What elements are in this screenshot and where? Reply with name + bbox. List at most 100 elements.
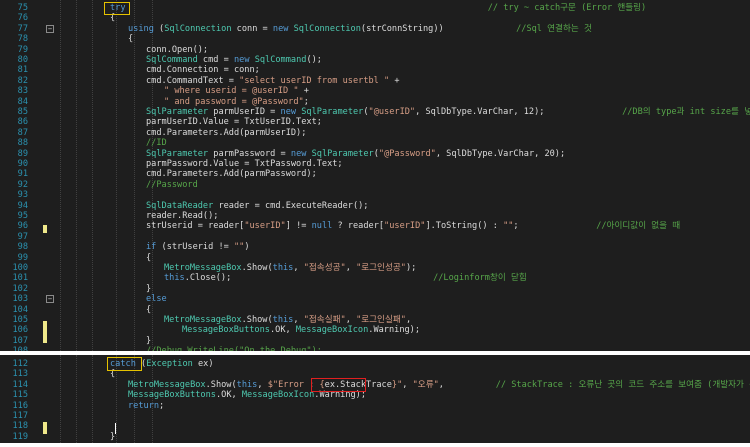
code-line[interactable]: 102} (0, 284, 750, 294)
code-text[interactable]: { (128, 34, 133, 44)
code-line[interactable]: 91 cmd.Parameters.Add(parmPassword); (0, 169, 750, 179)
code-text[interactable]: } (146, 336, 151, 346)
code-line[interactable]: 82 cmd.CommandText = "select userID from … (0, 76, 750, 86)
code-line[interactable]: 90 parmPassword.Value = TxtPassword.Text; (0, 159, 750, 169)
code-line[interactable]: 103 − else (0, 294, 750, 304)
code-token: MetroMessageBox (164, 263, 242, 273)
code-token: //아이디값이 없을 때 (596, 221, 681, 232)
code-text[interactable]: } (146, 284, 151, 294)
code-line[interactable]: 100 MetroMessageBox.Show(this, "접속성공", "로… (0, 263, 750, 273)
code-text[interactable]: { (146, 253, 151, 263)
line-number: 93 (17, 190, 28, 201)
code-token: SqlParameter (301, 107, 364, 117)
code-text[interactable]: MetroMessageBox.Show(this, "접속실패", "로그인실… (164, 315, 411, 325)
code-line[interactable]: 77− using (SqlConnection conn = new SqlCo… (0, 24, 750, 34)
code-text[interactable]: { (146, 305, 151, 315)
code-line[interactable]: 78 { (0, 34, 750, 44)
code-token: { (146, 252, 152, 263)
code-line[interactable]: 94 SqlDataReader reader = cmd.ExecuteRead… (0, 201, 750, 211)
code-text[interactable]: cmd.CommandText = "select userID from us… (146, 76, 400, 86)
line-number: 102 (12, 283, 28, 294)
code-line[interactable]: 107} (0, 336, 750, 346)
code-line[interactable]: 89 SqlParameter parmPassword = new SqlPar… (0, 149, 750, 159)
code-text[interactable]: " and password = @Password"; (164, 97, 309, 107)
code-line[interactable]: 101 this.Close(); //Loginform창이 닫힘 (0, 273, 750, 283)
code-text[interactable]: " where userid = @userID " + (164, 86, 309, 96)
code-token: (strUserid != (156, 242, 234, 253)
code-line[interactable]: 88 //ID (0, 138, 750, 148)
line-number: 92 (17, 179, 28, 190)
line-number: 79 (17, 44, 28, 55)
code-text[interactable]: MetroMessageBox.Show(this, $"Error : {ex… (128, 380, 750, 390)
code-line[interactable]: 97 (0, 232, 750, 242)
code-text[interactable]: this.Close(); //Loginform창이 닫힘 (164, 273, 527, 283)
code-line[interactable]: 86 parmUserID.Value = TxtUserID.Text; (0, 117, 750, 127)
code-token: MessageBoxButtons (182, 325, 270, 336)
code-text[interactable]: SqlCommand cmd = new SqlCommand(); (146, 55, 322, 65)
code-line[interactable]: 80 SqlCommand cmd = new SqlCommand(); (0, 55, 750, 65)
code-line[interactable]: 96 strUserid = reader["userID"] != null ?… (0, 221, 750, 231)
code-line[interactable]: 79 conn.Open(); (0, 45, 750, 55)
line-number: 87 (17, 127, 28, 138)
fold-toggle-icon[interactable]: − (46, 295, 54, 304)
code-line[interactable]: 115 MessageBoxButtons.OK, MessageBoxIcon.… (0, 390, 750, 400)
code-line[interactable]: 81 cmd.Connection = conn; (0, 65, 750, 75)
code-text[interactable]: strUserid = reader["userID"] != null ? r… (146, 221, 680, 231)
line-number: 95 (17, 211, 28, 221)
code-text[interactable]: SqlParameter parmPassword = new SqlParam… (146, 149, 565, 159)
code-text[interactable]: cmd.Connection = conn; (146, 65, 260, 75)
line-number: 91 (17, 169, 28, 180)
code-text[interactable]: parmPassword.Value = TxtPassword.Text; (146, 159, 343, 169)
code-line[interactable]: 118 (0, 421, 750, 431)
code-token: this (272, 263, 294, 273)
code-text[interactable]: reader.Read(); (146, 211, 218, 221)
code-line[interactable]: 83 " where userid = @userID " + (0, 86, 750, 96)
code-text[interactable]: SqlParameter parmUserID = new SqlParamet… (146, 107, 750, 117)
code-text[interactable]: else (146, 294, 167, 304)
code-line[interactable]: 119} (0, 432, 750, 442)
code-line[interactable]: 98 if (strUserid != "") (0, 242, 750, 252)
code-text[interactable]: if (strUserid != "") (146, 242, 250, 252)
line-number: 99 (17, 252, 28, 263)
code-line[interactable]: 106 MessageBoxButtons.OK, MessageBoxIcon.… (0, 325, 750, 335)
code-text[interactable]: cmd.Parameters.Add(parmPassword); (146, 169, 317, 179)
code-line[interactable]: 87 cmd.Parameters.Add(parmUserID); (0, 128, 750, 138)
code-token: parmUserID = (208, 107, 281, 117)
code-text[interactable]: //Password (146, 180, 198, 190)
line-number: 119 (12, 431, 28, 442)
code-line[interactable]: 116 return; (0, 401, 750, 411)
code-line[interactable]: 93 (0, 190, 750, 200)
code-line[interactable]: 105 MetroMessageBox.Show(this, "접속실패", "로… (0, 315, 750, 325)
code-line[interactable]: 85 SqlParameter parmUserID = new SqlParam… (0, 107, 750, 117)
code-text[interactable]: SqlDataReader reader = cmd.ExecuteReader… (146, 201, 368, 211)
code-line[interactable]: 92 //Password (0, 180, 750, 190)
line-number: 104 (12, 304, 28, 315)
code-text[interactable]: conn.Open(); (146, 45, 208, 55)
line-number: 106 (12, 325, 28, 336)
code-text[interactable]: MetroMessageBox.Show(this, "접속성공", "로그인성… (164, 263, 416, 273)
code-line[interactable]: 108 //Debug.WriteLine("On the Debug"); (0, 346, 750, 351)
code-text[interactable]: //Debug.WriteLine("On the Debug"); (146, 346, 322, 351)
code-token: parmUserID.Value = TxtUserID.Text; (146, 117, 322, 128)
code-text[interactable]: parmUserID.Value = TxtUserID.Text; (146, 117, 322, 127)
code-token: conn.Open(); (146, 44, 209, 55)
fold-toggle-icon[interactable]: − (46, 24, 54, 33)
code-token: + (298, 86, 309, 97)
code-text[interactable]: //ID (146, 138, 167, 148)
code-line[interactable]: 84 " and password = @Password"; (0, 97, 750, 107)
code-token: "userID" (384, 221, 426, 232)
code-line[interactable]: 114 MetroMessageBox.Show(this, $"Error : … (0, 380, 750, 390)
code-text[interactable]: cmd.Parameters.Add(parmUserID); (146, 128, 306, 138)
code-text[interactable]: using (SqlConnection conn = new SqlConne… (128, 24, 592, 34)
code-text[interactable]: try // try ~ catch구문 (Error 핸들링) (110, 3, 646, 13)
code-line[interactable]: 95 reader.Read(); (0, 211, 750, 221)
code-line[interactable]: 104 { (0, 305, 750, 315)
code-editor-panel-try[interactable]: 75 try // try ~ catch구문 (Error 핸들링) 76 {77 −… (0, 0, 750, 351)
code-token: ); (405, 263, 417, 273)
code-text[interactable]: return; (128, 401, 164, 411)
code-token: //Loginform창이 닫힘 (433, 273, 527, 284)
code-editor-panel-catch[interactable]: 112 catch (Exception ex) 113{114 MetroMessa… (0, 355, 750, 443)
code-line[interactable]: 99 { (0, 253, 750, 263)
code-text[interactable]: MessageBoxButtons.OK, MessageBoxIcon.War… (182, 325, 420, 335)
code-line[interactable]: 117 (0, 411, 750, 421)
